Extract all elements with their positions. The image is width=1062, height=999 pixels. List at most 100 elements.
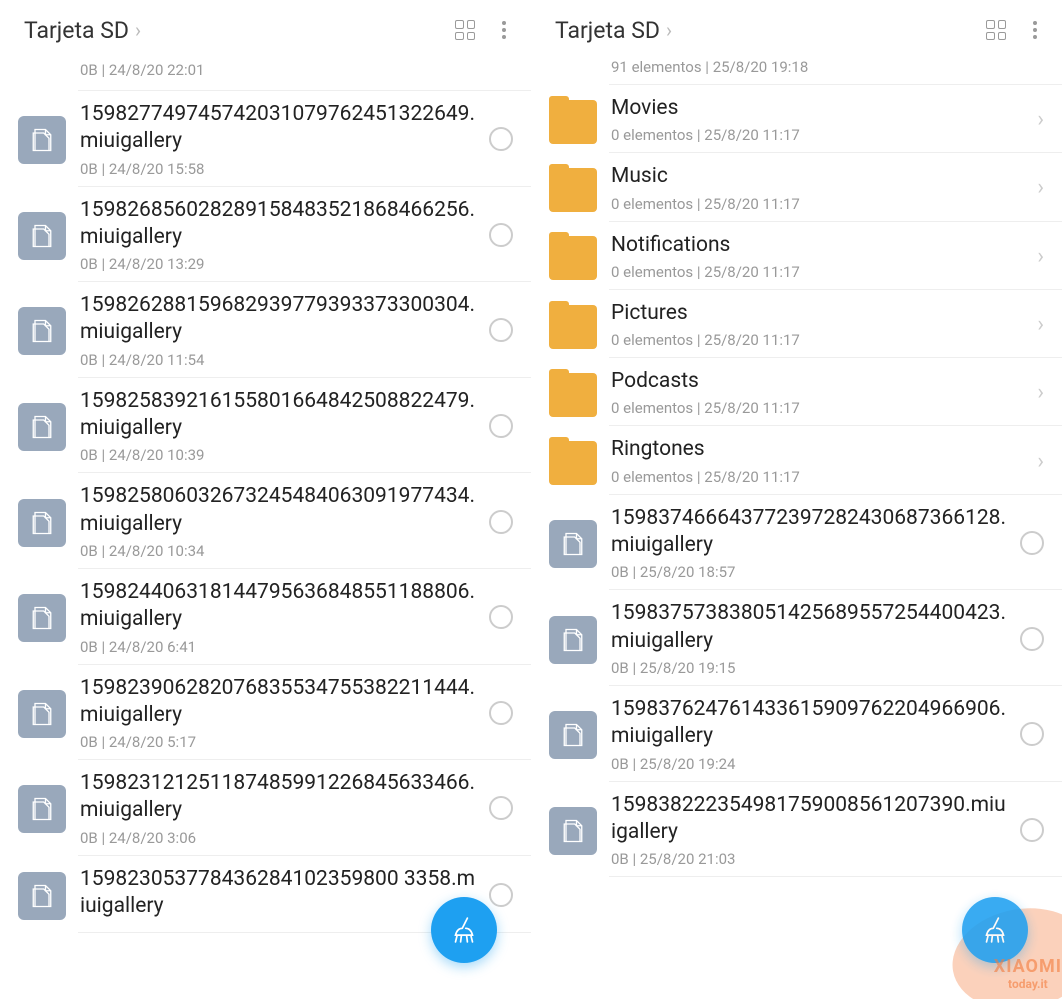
clean-button[interactable] [431, 897, 497, 963]
file-icon [18, 307, 66, 355]
list-item[interactable]: 159837466643772397282430687366128.miuiga… [531, 495, 1062, 590]
file-name: 159837624761433615909762204966906.miuiga… [611, 696, 1010, 751]
file-icon [549, 616, 597, 664]
file-meta: 0B | 24/8/20 13:29 [80, 255, 479, 273]
select-radio[interactable] [489, 883, 513, 907]
select-radio[interactable] [489, 796, 513, 820]
file-name: 159838222354981759008561207390.miuigalle… [611, 792, 1010, 847]
list-item[interactable]: 159824406318144795636848551188806.miuiga… [0, 569, 531, 664]
file-meta: 0B | 25/8/20 18:57 [611, 563, 1010, 581]
list-item[interactable]: 159823121251187485991226845633466.miuiga… [0, 760, 531, 855]
list-item[interactable]: 159826288159682939779393373300304.miuiga… [0, 282, 531, 377]
chevron-right-icon: › [1037, 107, 1044, 132]
more-icon[interactable] [495, 21, 513, 39]
file-name: 159825839216155801664842508822479.miuiga… [80, 388, 479, 443]
file-icon [549, 520, 597, 568]
broom-icon [447, 913, 481, 947]
chevron-right-icon: › [1037, 175, 1044, 200]
list-item[interactable]: 159826856028289158483521868466256.miuiga… [0, 187, 531, 282]
list-item[interactable]: 159827749745742031079762451322649.miuiga… [0, 91, 531, 186]
list-item[interactable]: 91 elementos | 25/8/20 19:18 [531, 58, 1062, 84]
file-name: 159827749745742031079762451322649.miuiga… [80, 101, 479, 156]
chevron-right-icon: › [1037, 312, 1044, 337]
folder-name: Music [611, 163, 1027, 190]
folder-icon [549, 441, 597, 485]
file-icon [549, 711, 597, 759]
select-radio[interactable] [1020, 531, 1044, 555]
file-meta: 0B | 25/8/20 19:15 [611, 659, 1010, 677]
list-item[interactable]: 159837624761433615909762204966906.miuiga… [531, 686, 1062, 781]
select-radio[interactable] [489, 605, 513, 629]
select-radio[interactable] [489, 510, 513, 534]
file-name: 159837573838051425689557254400423.miuiga… [611, 600, 1010, 655]
header: Tarjeta SD › [0, 0, 531, 58]
grid-view-icon[interactable] [455, 20, 475, 40]
more-icon[interactable] [1026, 21, 1044, 39]
left-pane: Tarjeta SD › 0B | 24/8/20 22:01 15982774… [0, 0, 531, 999]
select-radio[interactable] [489, 318, 513, 342]
list-item[interactable]: 159823906282076835534755382211444.miuiga… [0, 665, 531, 760]
file-meta: 0B | 24/8/20 15:58 [80, 160, 479, 178]
list-item[interactable]: 159837573838051425689557254400423.miuiga… [531, 590, 1062, 685]
file-name: 159824406318144795636848551188806.miuiga… [80, 579, 479, 634]
folder-meta: 0 elementos | 25/8/20 11:17 [611, 195, 1027, 213]
file-name: 159825806032673245484063091977434.miuiga… [80, 483, 479, 538]
breadcrumb[interactable]: Tarjeta SD › [555, 17, 986, 44]
file-meta: 0B | 24/8/20 11:54 [80, 351, 479, 369]
file-name: 159823906282076835534755382211444.miuiga… [80, 675, 479, 730]
file-icon [549, 807, 597, 855]
list-item[interactable]: Pictures 0 elementos | 25/8/20 11:17 › [531, 290, 1062, 357]
list-item[interactable]: Movies 0 elementos | 25/8/20 11:17 › [531, 85, 1062, 152]
select-radio[interactable] [489, 127, 513, 151]
folder-icon [549, 305, 597, 349]
folder-meta: 0 elementos | 25/8/20 11:17 [611, 468, 1027, 486]
select-radio[interactable] [1020, 722, 1044, 746]
header: Tarjeta SD › [531, 0, 1062, 58]
file-list: 0B | 24/8/20 22:01 159827749745742031079… [0, 58, 531, 933]
list-item[interactable]: 159838222354981759008561207390.miuigalle… [531, 782, 1062, 877]
breadcrumb-label: Tarjeta SD [555, 17, 660, 44]
list-item[interactable]: 159825806032673245484063091977434.miuiga… [0, 473, 531, 568]
list-item[interactable]: Notifications 0 elementos | 25/8/20 11:1… [531, 222, 1062, 289]
folder-meta: 0 elementos | 25/8/20 11:17 [611, 126, 1027, 144]
folder-icon [549, 100, 597, 144]
file-meta: 0B | 24/8/20 5:17 [80, 733, 479, 751]
file-meta: 0B | 24/8/20 10:34 [80, 542, 479, 560]
file-icon [18, 785, 66, 833]
list-item[interactable]: 159825839216155801664842508822479.miuiga… [0, 378, 531, 473]
folder-name: Movies [611, 95, 1027, 122]
folder-icon [549, 236, 597, 280]
folder-name: Ringtones [611, 436, 1027, 463]
grid-view-icon[interactable] [986, 20, 1006, 40]
file-icon [18, 116, 66, 164]
file-icon [18, 499, 66, 547]
list-item[interactable]: Music 0 elementos | 25/8/20 11:17 › [531, 153, 1062, 220]
select-radio[interactable] [1020, 627, 1044, 651]
breadcrumb-label: Tarjeta SD [24, 17, 129, 44]
file-meta: 0B | 24/8/20 10:39 [80, 446, 479, 464]
file-meta: 0B | 25/8/20 19:24 [611, 755, 1010, 773]
folder-name: Podcasts [611, 368, 1027, 395]
list-item[interactable]: Podcasts 0 elementos | 25/8/20 11:17 › [531, 358, 1062, 425]
breadcrumb[interactable]: Tarjeta SD › [24, 17, 455, 44]
select-radio[interactable] [489, 223, 513, 247]
chevron-right-icon: › [666, 18, 672, 42]
file-icon [18, 594, 66, 642]
folder-meta: 0 elementos | 25/8/20 11:17 [611, 399, 1027, 417]
file-icon [18, 690, 66, 738]
clean-button[interactable] [962, 897, 1028, 963]
folder-name: Pictures [611, 300, 1027, 327]
select-radio[interactable] [489, 414, 513, 438]
select-radio[interactable] [489, 701, 513, 725]
folder-icon [549, 168, 597, 212]
list-item[interactable]: 0B | 24/8/20 22:01 [0, 58, 531, 90]
folder-meta: 0 elementos | 25/8/20 11:17 [611, 263, 1027, 281]
select-radio[interactable] [1020, 818, 1044, 842]
folder-icon [549, 373, 597, 417]
file-name: 159826856028289158483521868466256.miuiga… [80, 197, 479, 252]
list-item[interactable]: Ringtones 0 elementos | 25/8/20 11:17 › [531, 426, 1062, 493]
folder-meta: 0 elementos | 25/8/20 11:17 [611, 331, 1027, 349]
file-list: 91 elementos | 25/8/20 19:18 Movies 0 el… [531, 58, 1062, 877]
folder-name: Notifications [611, 232, 1027, 259]
file-icon [18, 212, 66, 260]
